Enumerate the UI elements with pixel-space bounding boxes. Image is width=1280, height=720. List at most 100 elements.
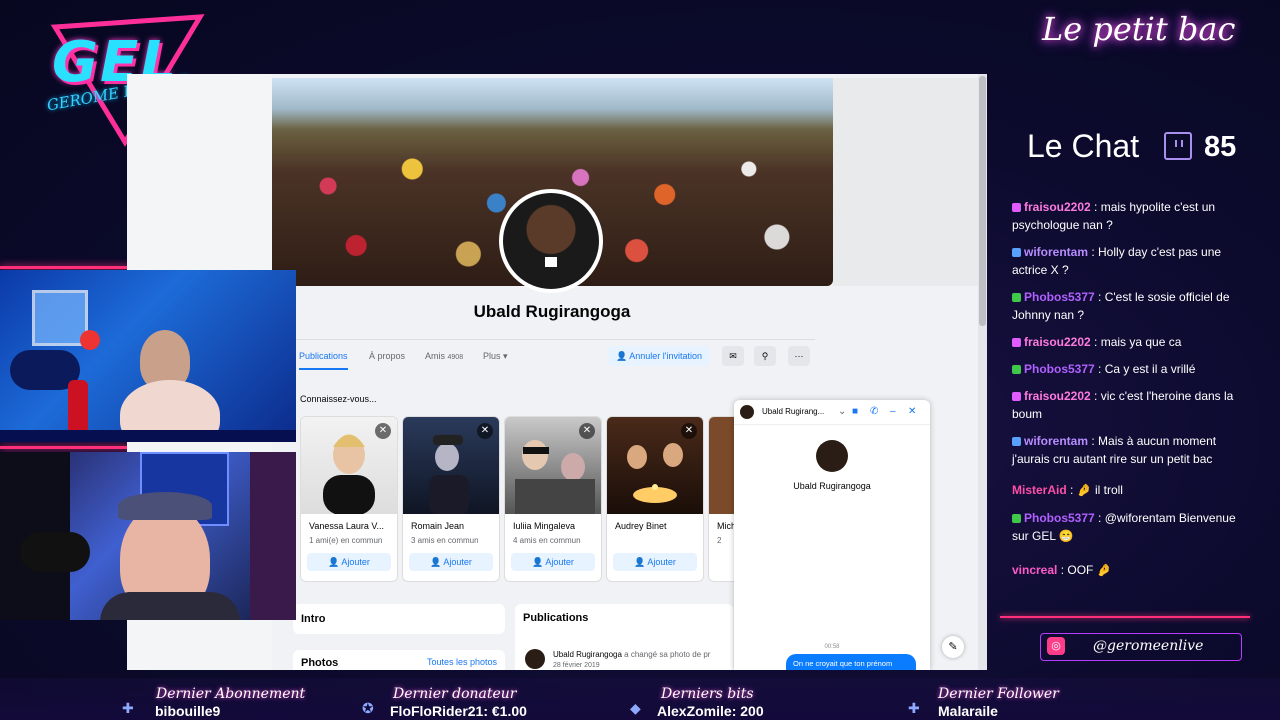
friends-count: 4908: [447, 354, 464, 361]
cancel-invite-button[interactable]: 👤 Annuler l'invitation: [608, 346, 710, 366]
post-avatar[interactable]: [525, 649, 545, 669]
tab-friends[interactable]: Amis 4908: [425, 351, 463, 361]
chat-message: MisterAid : 🤌 il troll: [1012, 481, 1248, 499]
add-friend-button[interactable]: 👤 Ajouter: [511, 553, 595, 571]
messenger-header[interactable]: Ubald Rugirang... ⌄ ■ ✆ – ✕: [734, 400, 930, 425]
phone-icon[interactable]: ✆: [870, 406, 878, 417]
scrollbar-thumb[interactable]: [979, 76, 986, 326]
close-icon[interactable]: ✕: [375, 423, 391, 439]
minimize-icon[interactable]: –: [890, 406, 896, 417]
add-friend-label: Ajouter: [443, 557, 472, 567]
chat-user[interactable]: fraisou2202: [1024, 335, 1091, 349]
chat-message: Phobos5377 : C'est le sosie officiel de …: [1012, 288, 1248, 324]
post-action: a changé sa photo de pr: [624, 650, 711, 659]
suggestion-name[interactable]: Audrey Binet: [615, 521, 667, 531]
post-author[interactable]: Ubald Rugirangoga: [553, 650, 622, 659]
suggestion-name[interactable]: Vanessa Laura V...: [309, 521, 384, 531]
add-friend-button[interactable]: 👤 Ajouter: [613, 553, 697, 571]
suggestion-card[interactable]: ✕ Audrey Binet 👤 Ajouter: [606, 416, 704, 582]
chat-user[interactable]: vincreal: [1012, 563, 1057, 577]
scrollbar[interactable]: [978, 74, 987, 670]
profile-tabs: Publications À propos Amis 4908 Plus ▾ 👤…: [295, 339, 815, 372]
chat-user[interactable]: Phobos5377: [1024, 362, 1095, 376]
cancel-invite-label: Annuler l'invitation: [629, 351, 702, 361]
close-icon[interactable]: ✕: [908, 406, 916, 417]
suggestion-card[interactable]: ✕ Iuliia Mingaleva 4 amis en commun 👤 Aj…: [504, 416, 602, 582]
last-bits-label: Derniers bits: [661, 686, 754, 702]
message-time: 00:58: [824, 644, 840, 650]
chat-message: fraisou2202 : mais hypolite c'est un psy…: [1012, 198, 1248, 234]
add-friend-button[interactable]: 👤 Ajouter: [409, 553, 493, 571]
last-follower-value: Malaraile: [938, 703, 998, 719]
chat-message: vincreal : OOF 🤌: [1012, 561, 1248, 579]
donation-icon: ✪: [362, 700, 374, 716]
star-badge-icon: [1012, 392, 1021, 401]
chat-text: : Ca y est il a vrillé: [1094, 362, 1196, 376]
last-donor-label: Dernier donateur: [393, 686, 517, 702]
mod-badge-icon: [1012, 514, 1021, 523]
star-badge-icon: [1012, 203, 1021, 212]
last-sub-label: Dernier Abonnement: [156, 686, 306, 702]
add-friend-button[interactable]: 👤 Ajouter: [307, 553, 391, 571]
chat-user[interactable]: fraisou2202: [1024, 389, 1091, 403]
tab-more-label: Plus: [483, 351, 501, 361]
video-call-icon[interactable]: ■: [852, 406, 858, 417]
bits-icon: ◆: [630, 700, 641, 716]
messenger-icon: ✉: [729, 351, 737, 361]
webcam-host: [0, 452, 296, 620]
intro-title: Intro: [301, 613, 326, 625]
close-icon[interactable]: ✕: [579, 423, 595, 439]
compose-icon[interactable]: ✎: [942, 636, 964, 658]
mutual-friends: 4 amis en commun: [513, 536, 581, 545]
user-icon: 👤: [616, 351, 630, 361]
all-photos-link[interactable]: Toutes les photos: [427, 657, 497, 667]
chat-user[interactable]: wiforentam: [1024, 434, 1088, 448]
social-handle-box: ◎ @geromeenlive: [1040, 633, 1242, 661]
webcam-guest: [0, 270, 296, 442]
tab-about[interactable]: À propos: [369, 351, 405, 361]
mod-badge-icon: [1012, 365, 1021, 374]
chat-message: Phobos5377 : @wiforentam Bienvenue sur G…: [1012, 509, 1248, 545]
suggestion-name[interactable]: Iuliia Mingaleva: [513, 521, 575, 531]
mod-badge-icon: [1012, 293, 1021, 302]
ellipsis-icon: ···: [794, 351, 804, 361]
suggestion-card[interactable]: ✕ Vanessa Laura V... 1 ami(e) en commun …: [300, 416, 398, 582]
photos-title: Photos: [301, 657, 339, 669]
user-plus-icon: ✚: [122, 700, 134, 716]
tab-publications[interactable]: Publications: [299, 351, 348, 370]
close-icon[interactable]: ✕: [477, 423, 493, 439]
social-handle: @geromeenlive: [1093, 638, 1204, 654]
profile-name: Ubald Rugirangoga: [473, 302, 631, 321]
chat-text: : mais ya que ca: [1090, 335, 1182, 349]
post-date[interactable]: 28 février 2019: [553, 662, 600, 669]
chat-message: Phobos5377 : Ca y est il a vrillé: [1012, 360, 1248, 378]
messenger-button[interactable]: ✉: [722, 346, 744, 366]
last-sub-value: bibouille9: [155, 703, 221, 719]
close-icon[interactable]: ✕: [681, 423, 697, 439]
messenger-avatar-small: [740, 405, 754, 419]
twitch-icon: [1164, 132, 1192, 160]
search-button[interactable]: ⚲: [754, 346, 776, 366]
profile-avatar[interactable]: [499, 189, 603, 293]
post-header: Ubald Rugirangoga a changé sa photo de p…: [553, 650, 710, 659]
chevron-down-icon[interactable]: ⌄: [838, 406, 846, 417]
more-options-button[interactable]: ···: [788, 346, 810, 366]
chat-user[interactable]: Phobos5377: [1024, 511, 1095, 525]
chat-user[interactable]: MisterAid: [1012, 483, 1067, 497]
suggestion-name[interactable]: Romain Jean: [411, 521, 464, 531]
chat-user[interactable]: wiforentam: [1024, 245, 1088, 259]
suggestion-card[interactable]: ✕ Romain Jean 3 amis en commun 👤 Ajouter: [402, 416, 500, 582]
messenger-window: Ubald Rugirang... ⌄ ■ ✆ – ✕ Ubald Rugira…: [734, 400, 930, 670]
chat-message: wiforentam : Mais à aucun moment j'aurai…: [1012, 432, 1248, 468]
sub-badge-icon: [1012, 248, 1021, 257]
chat-user[interactable]: Phobos5377: [1024, 290, 1095, 304]
chat-feed: fraisou2202 : mais hypolite c'est un psy…: [1000, 186, 1252, 616]
chat-user[interactable]: fraisou2202: [1024, 200, 1091, 214]
cover-side: [833, 78, 978, 286]
neon-divider: [1000, 616, 1250, 618]
publications-title: Publications: [523, 612, 589, 624]
messenger-name[interactable]: Ubald Rugirang...: [762, 407, 824, 416]
last-donor-value: FloFloRider21: €1.00: [390, 703, 527, 719]
tab-more[interactable]: Plus ▾: [483, 351, 508, 362]
chat-text: : 🤌 il troll: [1066, 483, 1123, 497]
